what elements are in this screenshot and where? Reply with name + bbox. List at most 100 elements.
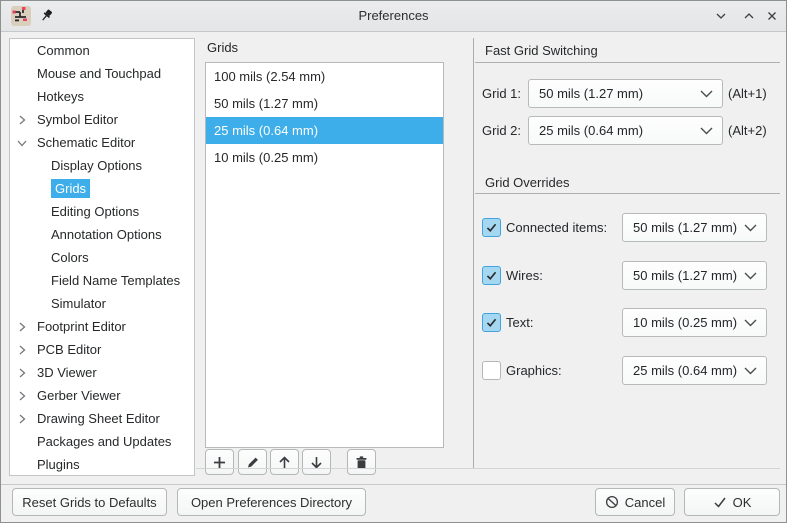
sidebar-item-colors[interactable]: Colors — [10, 246, 194, 269]
sidebar-item-label: Common — [37, 43, 90, 58]
sidebar-item-drawing-sheet-editor[interactable]: Drawing Sheet Editor — [10, 407, 194, 430]
grid2-value: 25 mils (0.64 mm) — [539, 123, 644, 138]
sidebar-item-simulator[interactable]: Simulator — [10, 292, 194, 315]
wires-checkbox[interactable] — [482, 266, 501, 285]
sidebar-item-footprint-editor[interactable]: Footprint Editor — [10, 315, 194, 338]
sidebar-item-label: 3D Viewer — [37, 365, 97, 380]
chevron-down-icon — [700, 90, 713, 97]
chevron-down-icon — [744, 224, 757, 231]
chevron-down-icon — [700, 127, 713, 134]
cancel-button[interactable]: Cancel — [595, 488, 675, 516]
fast-grid-switching-heading: Fast Grid Switching — [485, 43, 598, 58]
sidebar-item-symbol-editor[interactable]: Symbol Editor — [10, 108, 194, 131]
sidebar-item-annotation-options[interactable]: Annotation Options — [10, 223, 194, 246]
sidebar-item-label: Display Options — [51, 158, 143, 173]
reset-grids-to-defaults-button[interactable]: Reset Grids to Defaults — [12, 488, 167, 516]
cancel-icon — [605, 495, 618, 509]
sidebar-item-hotkeys[interactable]: Hotkeys — [10, 85, 194, 108]
footer-separator — [1, 484, 786, 485]
checkmark-icon — [486, 223, 497, 232]
graphics-checkbox[interactable] — [482, 361, 501, 380]
graphics-label[interactable]: Graphics: — [506, 356, 562, 385]
connected-items-label[interactable]: Connected items: — [506, 213, 607, 242]
connected-items-checkbox[interactable] — [482, 218, 501, 237]
grids-list-caption: Grids — [207, 40, 239, 55]
grid-list-item[interactable]: 100 mils (2.54 mm) — [206, 63, 443, 90]
sidebar-item-label: Annotation Options — [51, 227, 162, 242]
edit-grid-button[interactable] — [238, 449, 267, 475]
sidebar-item-field-name-templates[interactable]: Field Name Templates — [10, 269, 194, 292]
titlebar[interactable]: Preferences — [1, 1, 786, 32]
connected-items-dropdown[interactable]: 50 mils (1.27 mm) — [622, 213, 767, 242]
sidebar-item-packages-and-updates[interactable]: Packages and Updates — [10, 430, 194, 453]
text-dropdown[interactable]: 10 mils (0.25 mm) — [622, 308, 767, 337]
close-icon[interactable] — [764, 8, 780, 24]
grid-list-item[interactable]: 50 mils (1.27 mm) — [206, 90, 443, 117]
graphics-value: 25 mils (0.64 mm) — [633, 363, 738, 378]
sidebar-item-display-options[interactable]: Display Options — [10, 154, 194, 177]
grid1-value: 50 mils (1.27 mm) — [539, 86, 644, 101]
sidebar-item-label: Mouse and Touchpad — [37, 66, 162, 81]
delete-grid-button[interactable] — [347, 449, 376, 475]
chevron-right-icon[interactable] — [17, 391, 27, 401]
minimize-icon[interactable] — [713, 8, 729, 24]
sidebar-item-schematic-editor[interactable]: Schematic Editor — [10, 131, 194, 154]
sidebar-item-3d-viewer[interactable]: 3D Viewer — [10, 361, 194, 384]
sidebar-item-label: Drawing Sheet Editor — [37, 411, 160, 426]
grid1-dropdown[interactable]: 50 mils (1.27 mm) — [528, 79, 723, 108]
chevron-right-icon[interactable] — [17, 345, 27, 355]
sidebar-item-grids[interactable]: Grids — [10, 177, 194, 200]
chevron-down-icon — [744, 272, 757, 279]
move-grid-down-button[interactable] — [302, 449, 331, 475]
move-grid-up-button[interactable] — [270, 449, 299, 475]
section-divider — [475, 62, 780, 63]
chevron-down-icon — [744, 319, 757, 326]
checkmark-icon — [486, 318, 497, 327]
sidebar-item-label: Colors — [51, 250, 89, 265]
grid2-label: Grid 2: — [482, 123, 522, 138]
chevron-down-icon — [744, 367, 757, 374]
grid-list-item-selected[interactable]: 25 mils (0.64 mm) — [206, 117, 443, 144]
chevron-down-icon[interactable] — [17, 138, 27, 148]
page-bottom-border — [196, 468, 780, 469]
maximize-icon[interactable] — [741, 8, 757, 24]
add-grid-button[interactable] — [205, 449, 234, 475]
sidebar-item-common[interactable]: Common — [10, 39, 194, 62]
button-label: Cancel — [624, 494, 666, 510]
sidebar-item-label: Footprint Editor — [37, 319, 126, 334]
chevron-right-icon[interactable] — [17, 368, 27, 378]
wires-value: 50 mils (1.27 mm) — [633, 268, 738, 283]
sidebar-item-editing-options[interactable]: Editing Options — [10, 200, 194, 223]
grid-list-item[interactable]: 10 mils (0.25 mm) — [206, 144, 443, 171]
wires-dropdown[interactable]: 50 mils (1.27 mm) — [622, 261, 767, 290]
button-label: Reset Grids to Defaults — [22, 494, 157, 510]
sidebar-item-label: Hotkeys — [37, 89, 84, 104]
chevron-right-icon[interactable] — [17, 115, 27, 125]
sidebar-item-label: Field Name Templates — [51, 273, 181, 288]
sidebar-item-gerber-viewer[interactable]: Gerber Viewer — [10, 384, 194, 407]
graphics-dropdown[interactable]: 25 mils (0.64 mm) — [622, 356, 767, 385]
checkmark-icon — [486, 271, 497, 280]
text-checkbox[interactable] — [482, 313, 501, 332]
sidebar-item-label: Packages and Updates — [37, 434, 172, 449]
sidebar-item-label: Simulator — [51, 296, 106, 311]
sidebar-item-label: PCB Editor — [37, 342, 102, 357]
sidebar-item-plugins[interactable]: Plugins — [10, 453, 194, 475]
grid2-dropdown[interactable]: 25 mils (0.64 mm) — [528, 116, 723, 145]
preferences-dialog: Preferences Common Mouse and Touchpad Ho… — [0, 0, 787, 523]
open-preferences-directory-button[interactable]: Open Preferences Directory — [177, 488, 366, 516]
sidebar-item-label: Symbol Editor — [37, 112, 118, 127]
grid2-shortcut: (Alt+2) — [728, 123, 767, 138]
button-label: Open Preferences Directory — [190, 494, 353, 510]
ok-button[interactable]: OK — [684, 488, 780, 516]
grids-listbox[interactable]: 100 mils (2.54 mm) 50 mils (1.27 mm) 25 … — [205, 62, 444, 448]
chevron-right-icon[interactable] — [17, 322, 27, 332]
text-label[interactable]: Text: — [506, 308, 533, 337]
button-label: OK — [732, 494, 752, 510]
wires-label[interactable]: Wires: — [506, 261, 543, 290]
sidebar-item-mouse-and-touchpad[interactable]: Mouse and Touchpad — [10, 62, 194, 85]
chevron-right-icon[interactable] — [17, 414, 27, 424]
sidebar-item-label: Plugins — [37, 457, 80, 472]
sidebar-item-label-selected: Grids — [51, 179, 91, 198]
sidebar-item-pcb-editor[interactable]: PCB Editor — [10, 338, 194, 361]
